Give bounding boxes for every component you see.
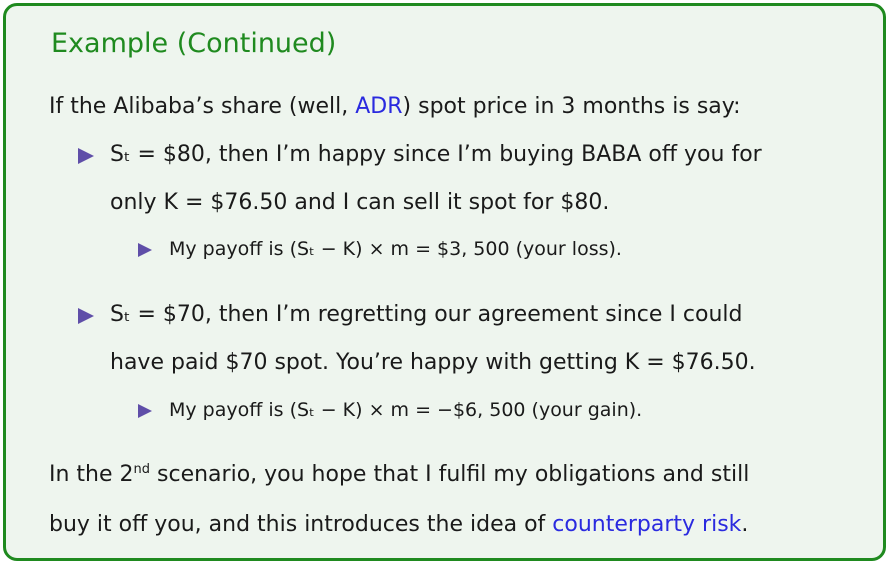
intro-text: If the Alibaba’s share (well, ADR) spot … (49, 94, 741, 119)
bullet2-line1: Sₜ = $70, then I’m regretting our agreem… (110, 302, 743, 327)
sub-bullet-triangle-icon (138, 404, 152, 418)
outro-line2-before: buy it off you, and this introduces the … (49, 512, 553, 537)
counterparty-risk-link[interactable]: counterparty risk (552, 512, 741, 537)
intro-after: ) spot price in 3 months is say: (402, 94, 741, 119)
bullet-triangle-icon (78, 308, 94, 324)
intro-before: If the Alibaba’s share (well, (49, 94, 356, 119)
bullet1-line2: only K = $76.50 and I can sell it spot f… (110, 190, 610, 215)
adr-link[interactable]: ADR (355, 94, 402, 119)
superscript-nd: nd (133, 462, 151, 477)
outro-line1: In the 2nd scenario, you hope that I ful… (49, 462, 749, 487)
bullet1-sub: My payoff is (Sₜ − K) × m = $3, 500 (you… (169, 238, 622, 260)
outro-line2-after: . (741, 512, 749, 537)
block-title: Example (Continued) (51, 28, 337, 59)
outro-line1-before: In the 2 (49, 462, 134, 487)
sub-bullet-triangle-icon (138, 243, 152, 257)
example-block: Example (Continued) If the Alibaba’s sha… (3, 3, 886, 561)
bullet-triangle-icon (78, 148, 94, 164)
bullet1-line1: Sₜ = $80, then I’m happy since I’m buyin… (110, 142, 762, 167)
outro-line1-after: scenario, you hope that I fulfil my obli… (150, 462, 750, 487)
outro-line2: buy it off you, and this introduces the … (49, 512, 748, 537)
bullet2-sub: My payoff is (Sₜ − K) × m = −$6, 500 (yo… (169, 399, 643, 421)
bullet2-line2: have paid $70 spot. You’re happy with ge… (110, 350, 756, 375)
